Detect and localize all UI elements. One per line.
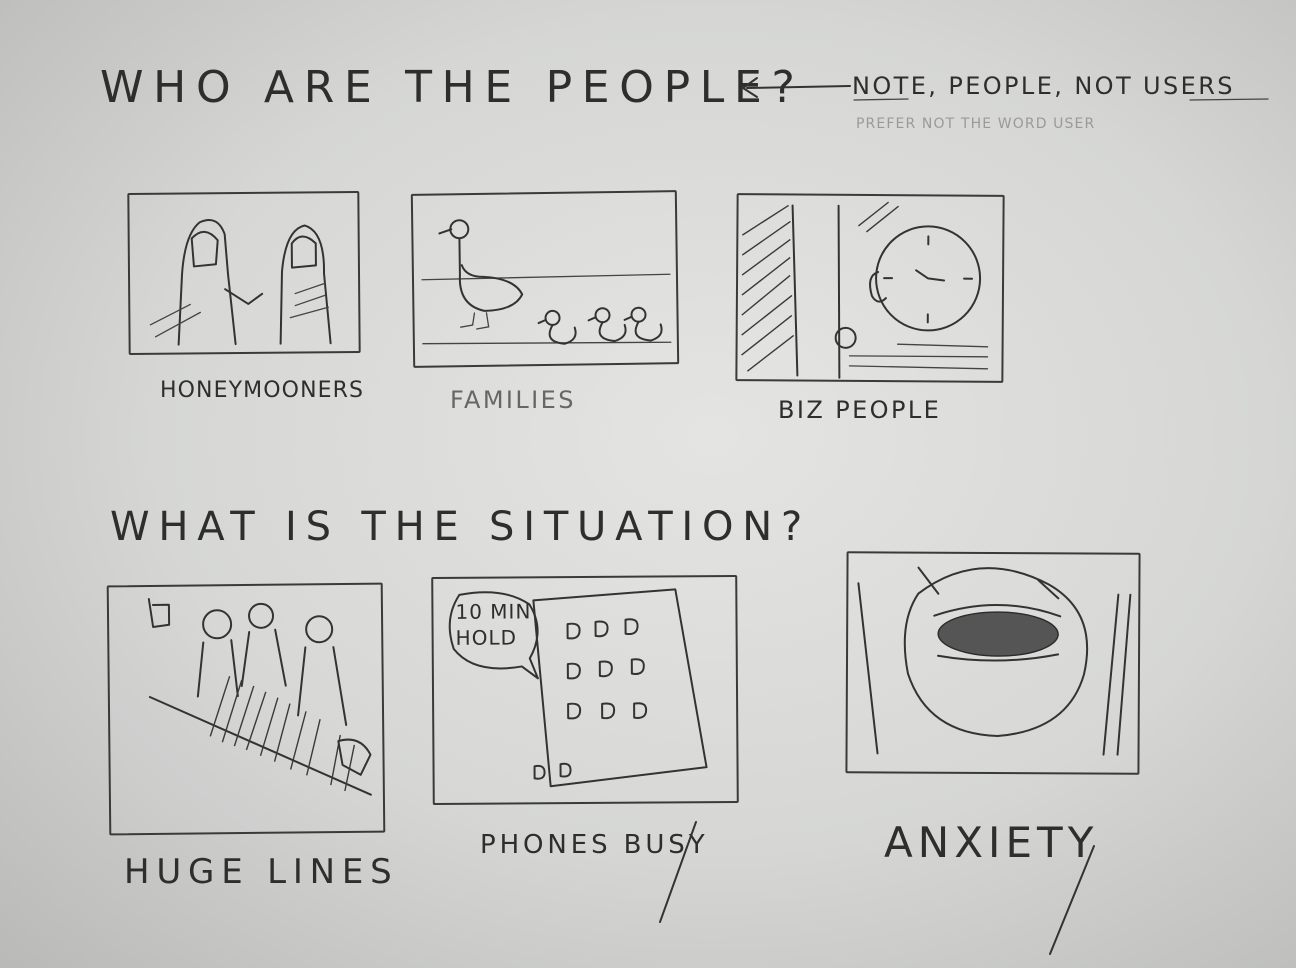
panel-phones-busy: 10 MIN HOLD bbox=[431, 574, 739, 806]
note-faint-text: PREFER NOT THE WORD USER bbox=[856, 116, 1096, 132]
stressed-face-icon bbox=[857, 566, 1132, 756]
duck-with-ducklings-icon bbox=[421, 219, 672, 345]
heading-people: WHO ARE THE PEOPLE? bbox=[100, 62, 805, 113]
hold-bubble-text: 10 MIN HOLD bbox=[455, 599, 532, 650]
pen-stroke-2 bbox=[1049, 845, 1095, 955]
couple-holding-hands-icon bbox=[149, 219, 332, 346]
left-arrow-icon bbox=[742, 77, 851, 98]
label-families: FAMILIES bbox=[450, 386, 576, 414]
queue-of-people-icon bbox=[147, 598, 372, 796]
note-underlines bbox=[853, 98, 1269, 101]
heading-situation: WHAT IS THE SITUATION? bbox=[110, 504, 812, 550]
label-huge-lines: HUGE LINES bbox=[124, 852, 399, 892]
label-biz-people: BIZ PEOPLE bbox=[778, 396, 942, 424]
label-honeymooners: HONEYMOONERS bbox=[160, 378, 365, 403]
panel-families bbox=[410, 190, 680, 368]
panel-biz-people bbox=[735, 193, 1005, 383]
panel-honeymooners bbox=[127, 190, 361, 356]
person-with-clock-icon bbox=[741, 201, 989, 379]
panel-huge-lines bbox=[106, 582, 386, 836]
pen-stroke bbox=[659, 821, 697, 923]
panel-anxiety bbox=[845, 551, 1141, 775]
